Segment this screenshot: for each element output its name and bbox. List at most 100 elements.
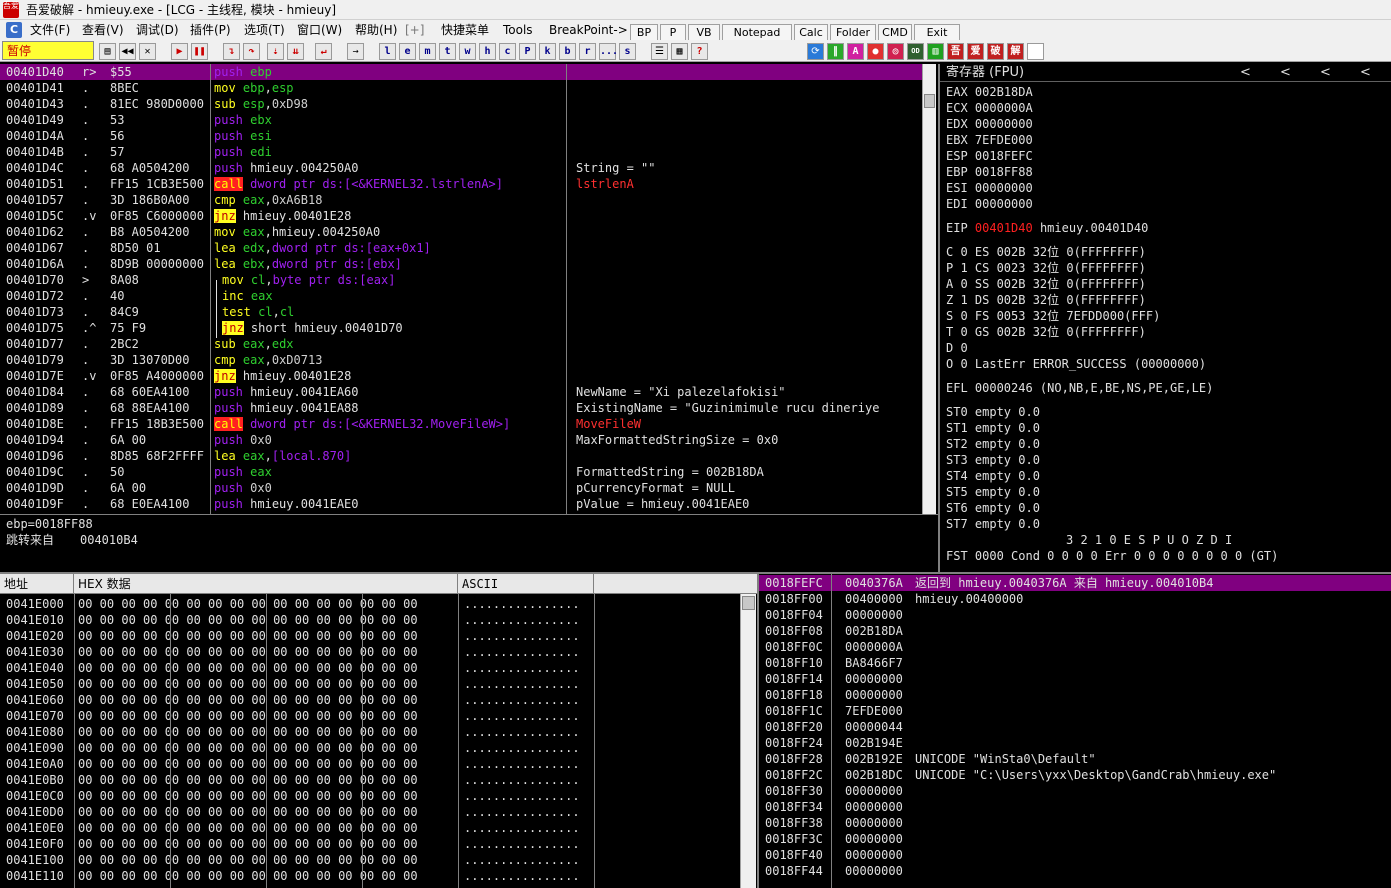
dump-header-ascii[interactable]: ASCII: [458, 574, 594, 594]
plugin-wu-icon[interactable]: 吾: [947, 43, 964, 60]
registers-pane[interactable]: 寄存器 (FPU) < < < < EAX 002B18DA ECX 000000…: [938, 64, 1391, 572]
stack-row[interactable]: 0018FEFC 0040376A 返回到 hmieuy.0040376A 来自 h…: [759, 575, 1391, 591]
disasm-row[interactable]: 00401D67. 8D50 01 lea edx,dword ptr ds:[ea…: [0, 240, 922, 256]
register-edx[interactable]: EDX 00000000: [946, 116, 1033, 132]
flag-row[interactable]: O 0 LastErr ERROR_SUCCESS (00000000): [946, 356, 1206, 372]
source-window-button[interactable]: s: [619, 43, 636, 60]
menu-help[interactable]: 帮助(H): [355, 20, 397, 40]
run-trace-window-button[interactable]: ...: [599, 43, 618, 60]
disasm-row[interactable]: 00401D5C .v 0F85 C6000000 jnz hmieuy.00401E…: [0, 208, 922, 224]
disasm-row[interactable]: 00401D6A. 8D9B 00000000 lea ebx,dword ptr …: [0, 256, 922, 272]
disasm-row[interactable]: 00401D4C. 68 A0504200 push hmieuy.004250A0…: [0, 160, 922, 176]
disasm-row[interactable]: 00401D75 .^ 75 F9 jnz short hmieuy.00401D70: [0, 320, 922, 336]
register-ecx[interactable]: ECX 0000000A: [946, 100, 1033, 116]
fpu-register[interactable]: ST7 empty 0.0: [946, 516, 1040, 532]
dump-header-address[interactable]: 地址: [0, 574, 74, 594]
disasm-row[interactable]: 00401D89. 68 88EA4100 push hmieuy.0041EA88…: [0, 400, 922, 416]
goto-icon[interactable]: →: [347, 43, 364, 60]
stack-row[interactable]: 0018FF18 00000000: [759, 687, 1391, 703]
register-eip[interactable]: EIP 00401D40 hmieuy.00401D40: [946, 220, 1148, 236]
windows-window-button[interactable]: w: [459, 43, 476, 60]
stack-row[interactable]: 0018FF28 002B192E UNICODE "WinSta0\Default…: [759, 751, 1391, 767]
disasm-row[interactable]: 00401D43. 81EC 980D0000 sub esp,0xD98: [0, 96, 922, 112]
stack-row[interactable]: 0018FF2C 002B18DC UNICODE "C:\Users\yxx\De…: [759, 767, 1391, 783]
open-file-icon[interactable]: ▤: [99, 43, 116, 60]
disasm-row[interactable]: 00401D79. 3D 13070D00 cmp eax,0xD0713: [0, 352, 922, 368]
plugin-po-icon[interactable]: 破: [987, 43, 1004, 60]
step-into-icon[interactable]: ↴: [223, 43, 240, 60]
fpu-register[interactable]: ST6 empty 0.0: [946, 500, 1040, 516]
stack-row[interactable]: 0018FF14 00000000: [759, 671, 1391, 687]
disasm-row[interactable]: 00401D9D. 6A 00 push 0x0 pCurrencyFormat = …: [0, 480, 922, 496]
restart-icon[interactable]: ◀◀: [119, 43, 136, 60]
disasm-row[interactable]: 00401D70 >8A08 mov cl,byte ptr ds:[eax]: [0, 272, 922, 288]
disasm-row[interactable]: 00401D72. 40 inc eax: [0, 288, 922, 304]
dump-scrollbar[interactable]: [740, 594, 756, 888]
disasm-row[interactable]: 00401D51. FF15 1CB3E500 call dword ptr ds:…: [0, 176, 922, 192]
references-window-button[interactable]: r: [579, 43, 596, 60]
menu-file[interactable]: 文件(F): [30, 20, 70, 40]
dump-header-hex[interactable]: HEX 数据: [74, 574, 458, 594]
stack-row[interactable]: 0018FF3C 00000000: [759, 831, 1391, 847]
reg-arrow-2[interactable]: <: [1280, 64, 1291, 82]
stack-row[interactable]: 0018FF40 00000000: [759, 847, 1391, 863]
list-icon[interactable]: ☰: [651, 43, 668, 60]
plugin-a-icon[interactable]: A: [847, 43, 864, 60]
execute-till-return-icon[interactable]: ↵: [315, 43, 332, 60]
fpu-register[interactable]: ST2 empty 0.0: [946, 436, 1040, 452]
pause-icon[interactable]: ❚❚: [191, 43, 208, 60]
stack-row[interactable]: 0018FF0C 0000000A: [759, 639, 1391, 655]
register-esp[interactable]: ESP 0018FEFC: [946, 148, 1033, 164]
reg-arrow-4[interactable]: <: [1360, 64, 1371, 82]
disasm-row[interactable]: 00401D73. 84C9 test cl,cl: [0, 304, 922, 320]
register-ebp[interactable]: EBP 0018FF88: [946, 164, 1033, 180]
grid-icon[interactable]: ▦: [671, 43, 688, 60]
registers-header[interactable]: 寄存器 (FPU) < < < <: [940, 64, 1391, 82]
callstack-window-button[interactable]: k: [539, 43, 556, 60]
menu-tools[interactable]: Tools: [503, 20, 533, 40]
menu-shortcuts[interactable]: 快捷菜单: [441, 20, 489, 40]
memory-dump-pane[interactable]: 地址 HEX 数据 ASCII 0041E000 00 00 00 00 00 0…: [0, 572, 757, 888]
disasm-row[interactable]: 00401D49. 53 push ebx: [0, 112, 922, 128]
menu-plugins[interactable]: 插件(P): [190, 20, 231, 40]
reg-arrow-1[interactable]: <: [1240, 64, 1251, 82]
stack-row[interactable]: 0018FF1C 7EFDE000: [759, 703, 1391, 719]
step-over-icon[interactable]: ↷: [243, 43, 260, 60]
stack-row[interactable]: 0018FF20 00000044: [759, 719, 1391, 735]
threads-window-button[interactable]: t: [439, 43, 456, 60]
close-icon[interactable]: ✕: [139, 43, 156, 60]
plugin-ollydbg-icon[interactable]: OD: [907, 43, 924, 60]
register-esi[interactable]: ESI 00000000: [946, 180, 1033, 196]
stack-row[interactable]: 0018FF34 00000000: [759, 799, 1391, 815]
flag-row[interactable]: Z 1 DS 002B 32位 0(FFFFFFFF): [946, 292, 1146, 308]
cpu-window-icon[interactable]: C: [6, 22, 22, 38]
disasm-row[interactable]: 00401D8E. FF15 18B3E500 call dword ptr ds:…: [0, 416, 922, 432]
blank-button[interactable]: [1027, 43, 1044, 60]
fpu-status-row[interactable]: FST 0000 Cond 0 0 0 0 Err 0 0 0 0 0 0 0 …: [946, 548, 1278, 564]
flag-row[interactable]: D 0: [946, 340, 968, 356]
disasm-row[interactable]: 00401D4B. 57 push edi: [0, 144, 922, 160]
disassembly-pane[interactable]: 00401D40 r> $55 push ebp 00401D41. 8BEC mov eb…: [0, 64, 922, 514]
disasm-row[interactable]: 00401D40 r> $55 push ebp: [0, 64, 922, 80]
stack-row[interactable]: 0018FF00 00400000 hmieuy.00400000: [759, 591, 1391, 607]
disasm-row[interactable]: 00401D57. 3D 186B0A00 cmp eax,0xA6B18: [0, 192, 922, 208]
flag-row[interactable]: A 0 SS 002B 32位 0(FFFFFFFF): [946, 276, 1146, 292]
menu-breakpoint[interactable]: BreakPoint->: [549, 20, 628, 40]
stack-row[interactable]: 0018FF30 00000000: [759, 783, 1391, 799]
menu-view[interactable]: 查看(V): [82, 20, 124, 40]
help-icon[interactable]: ?: [691, 43, 708, 60]
disasm-row[interactable]: 00401D7E .v 0F85 A4000000 jnz hmieuy.00401E…: [0, 368, 922, 384]
flag-row[interactable]: S 0 FS 0053 32位 7EFDD000(FFF): [946, 308, 1160, 324]
disasm-row[interactable]: 00401D4A. 56 push esi: [0, 128, 922, 144]
register-edi[interactable]: EDI 00000000: [946, 196, 1033, 212]
cpu-window-button[interactable]: c: [499, 43, 516, 60]
fpu-register[interactable]: ST5 empty 0.0: [946, 484, 1040, 500]
menu-expand[interactable]: [+]: [405, 20, 424, 40]
menu-options[interactable]: 选项(T): [244, 20, 285, 40]
stack-row[interactable]: 0018FF44 00000000: [759, 863, 1391, 879]
disasm-row[interactable]: 00401D62. B8 A0504200 mov eax,hmieuy.00425…: [0, 224, 922, 240]
breakpoints-window-button[interactable]: b: [559, 43, 576, 60]
disasm-row[interactable]: 00401D77. 2BC2 sub eax,edx: [0, 336, 922, 352]
disasm-row[interactable]: 00401D9C. 50 push eax FormattedString = 002…: [0, 464, 922, 480]
handles-window-button[interactable]: h: [479, 43, 496, 60]
